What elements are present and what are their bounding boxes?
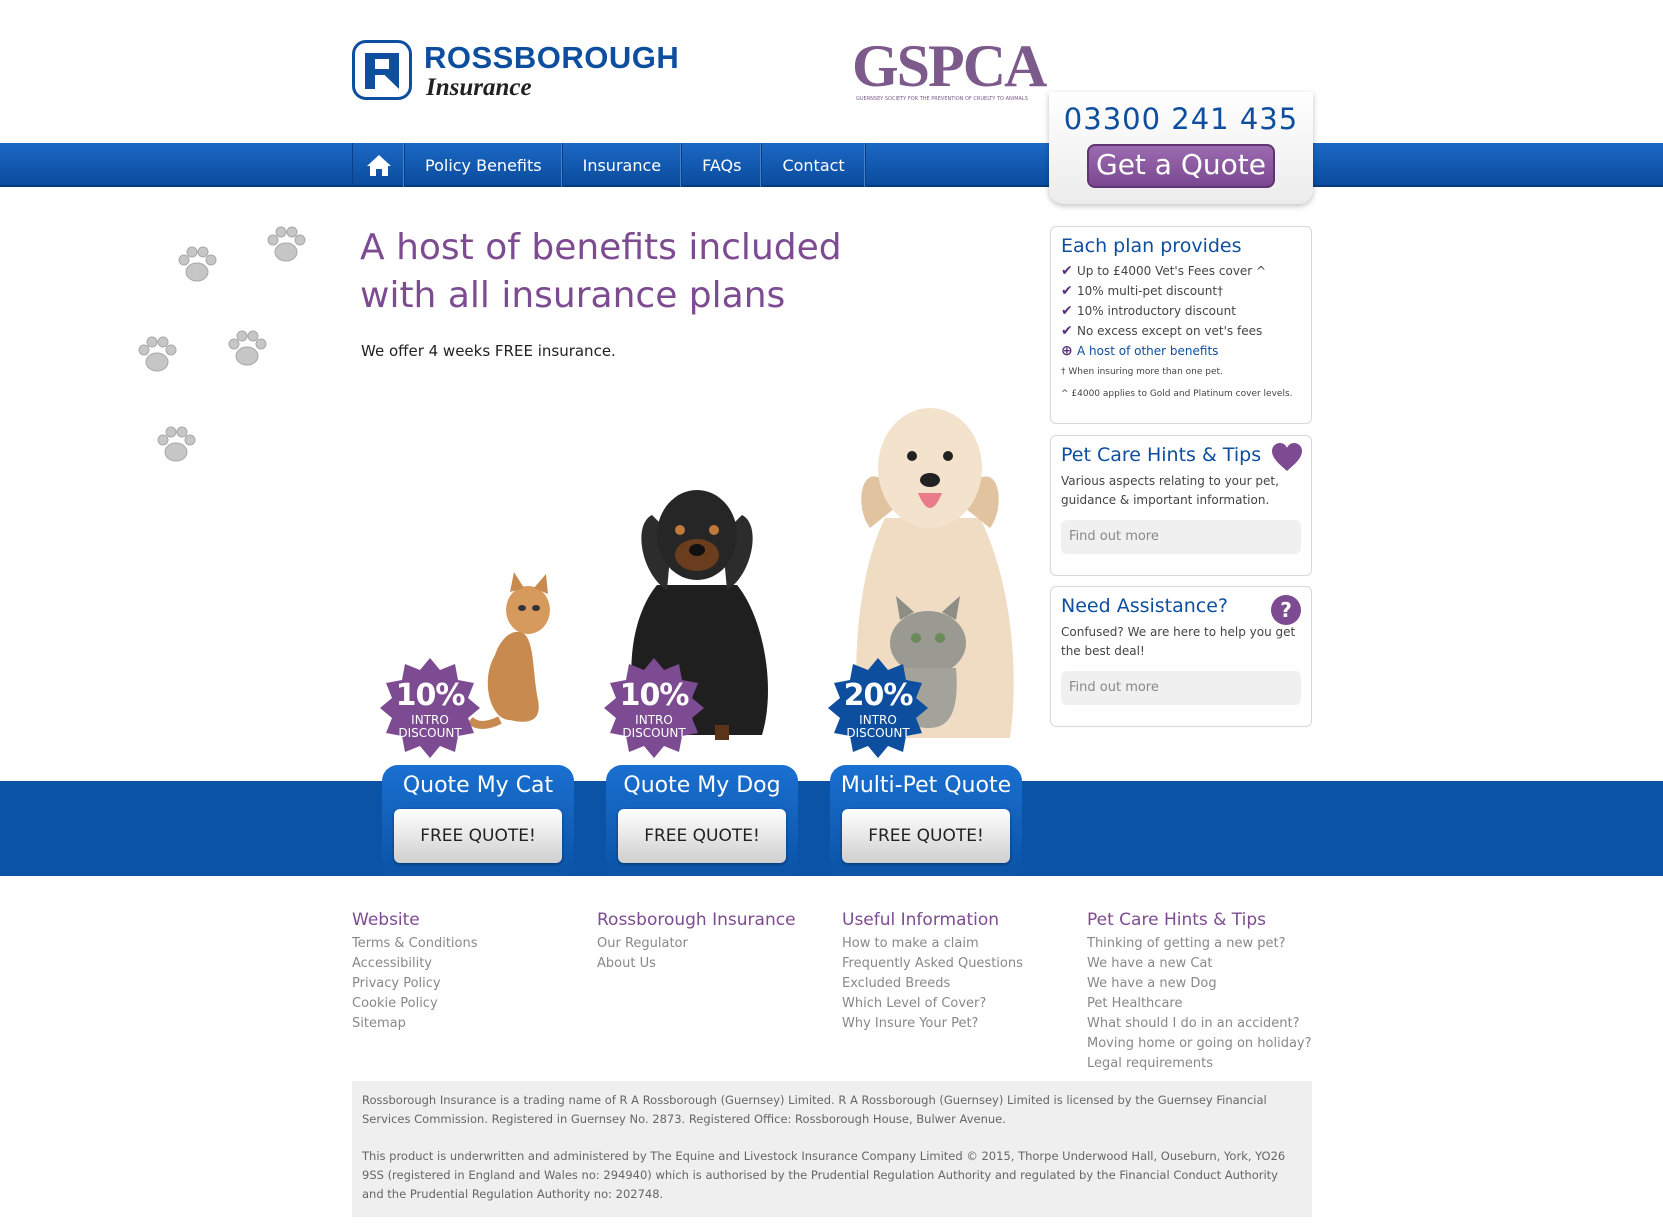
footer-link[interactable]: Moving home or going on holiday? (1087, 1034, 1317, 1054)
quote-card-dog: Quote My Dog FREE QUOTE! (606, 765, 798, 876)
brand-name[interactable]: ROSSBOROUGH (424, 40, 679, 76)
nav-faqs[interactable]: FAQs (682, 143, 763, 187)
free-quote-cat-button[interactable]: FREE QUOTE! (394, 809, 562, 863)
nav-policy-benefits[interactable]: Policy Benefits (405, 143, 563, 187)
footer-link[interactable]: Legal requirements (1087, 1054, 1317, 1074)
benefit-item: ✔ 10% introductory discount (1061, 303, 1236, 319)
home-icon (366, 155, 391, 176)
footer-link[interactable]: We have a new Cat (1087, 954, 1317, 974)
benefit-item: ✔ 10% multi-pet discount† (1061, 283, 1224, 299)
footer-link[interactable]: Excluded Breeds (842, 974, 1072, 994)
panel-title: Need Assistance? (1061, 595, 1229, 617)
footnote-multi-pet: † When insuring more than one pet. (1061, 367, 1223, 377)
footer-column-useful-info: Useful Information How to make a claim F… (842, 910, 1072, 1034)
footer-link[interactable]: Pet Healthcare (1087, 994, 1317, 1014)
footer-link[interactable]: Why Insure Your Pet? (842, 1014, 1072, 1034)
footer-link[interactable]: Accessibility (352, 954, 582, 974)
find-out-more-button[interactable]: Find out more (1061, 671, 1301, 705)
badge-percent: 10% (619, 678, 690, 713)
legal-text: This product is underwritten and adminis… (362, 1149, 1286, 1201)
paw-print-icon (178, 246, 217, 282)
panel-body: Confused? We are here to help you get th… (1061, 625, 1296, 658)
gspca-logo-caption: GUERNSEY SOCIETY FOR THE PREVENTION OF C… (856, 96, 1028, 102)
footer-link[interactable]: Our Regulator (597, 934, 827, 954)
rossborough-logo-icon[interactable] (352, 40, 412, 100)
checkmark-icon: ✔ (1061, 263, 1073, 279)
footer-column-title: Pet Care Hints & Tips (1087, 910, 1267, 930)
footer-link[interactable]: Thinking of getting a new pet? (1087, 934, 1317, 954)
phone-number[interactable]: 03300 241 435 (1049, 102, 1313, 136)
get-a-quote-button[interactable]: Get a Quote (1087, 144, 1275, 188)
quote-card-multi-pet: Multi-Pet Quote FREE QUOTE! (830, 765, 1022, 876)
footer-column-title: Useful Information (842, 910, 1000, 930)
badge-label: INTRO DISCOUNT (846, 713, 910, 740)
paw-print-icon (138, 336, 177, 372)
heart-icon (1272, 443, 1302, 471)
badge-label: INTRO DISCOUNT (622, 713, 686, 740)
brand-subtitle: Insurance (426, 74, 532, 101)
nav-contact[interactable]: Contact (762, 143, 866, 187)
footer-column-website: Website Terms & Conditions Accessibility… (352, 910, 582, 1034)
footer-column-title: Website (352, 910, 420, 930)
footer-column-rossborough: Rossborough Insurance Our Regulator Abou… (597, 910, 827, 974)
footer-column-pet-care: Pet Care Hints & Tips Thinking of gettin… (1087, 910, 1317, 1074)
free-quote-dog-button[interactable]: FREE QUOTE! (618, 809, 786, 863)
footnote-cover-levels: ^ £4000 applies to Gold and Platinum cov… (1061, 389, 1293, 399)
need-assistance-panel: Need Assistance? ? Confused? We are here… (1050, 586, 1312, 727)
hero-subtitle: We offer 4 weeks FREE insurance. (361, 342, 616, 360)
gspca-logo-text: GSPCA (852, 33, 1047, 99)
benefit-item: ✔ No excess except on vet's fees (1061, 323, 1263, 339)
checkmark-icon: ✔ (1061, 303, 1073, 319)
footer-link[interactable]: Frequently Asked Questions (842, 954, 1072, 974)
panel-title: Each plan provides (1061, 235, 1242, 257)
footer-link[interactable]: Terms & Conditions (352, 934, 582, 954)
free-quote-multi-pet-button[interactable]: FREE QUOTE! (842, 809, 1010, 863)
panel-body: Various aspects relating to your pet, gu… (1061, 474, 1279, 507)
other-benefits-link[interactable]: ⊕ A host of other benefits (1061, 343, 1301, 359)
footer-link[interactable]: What should I do in an accident? (1087, 1014, 1317, 1034)
badge-percent: 10% (395, 678, 466, 713)
plus-circle-icon: ⊕ (1061, 343, 1073, 359)
footer-column-title: Rossborough Insurance (597, 910, 796, 930)
question-icon: ? (1271, 595, 1301, 625)
legal-notice: Rossborough Insurance is a trading name … (352, 1081, 1312, 1217)
footer-link[interactable]: About Us (597, 954, 827, 974)
discount-badge: 10% INTRO DISCOUNT (604, 658, 704, 758)
discount-badge: 20% INTRO DISCOUNT (828, 658, 928, 758)
legal-text: Rossborough Insurance is a trading name … (362, 1093, 1267, 1126)
quote-card-title: Quote My Cat (402, 773, 554, 798)
checkmark-icon: ✔ (1061, 283, 1073, 299)
footer-link[interactable]: Cookie Policy (352, 994, 582, 1014)
quote-card-title: Multi-Pet Quote (840, 773, 1012, 798)
find-out-more-button[interactable]: Find out more (1061, 520, 1301, 554)
footer-link[interactable]: We have a new Dog (1087, 974, 1317, 994)
gspca-logo: GSPCA GUERNSEY SOCIETY FOR THE PREVENTIO… (852, 32, 1047, 108)
benefit-item: ✔ Up to £4000 Vet's Fees cover ^ (1061, 263, 1267, 279)
badge-percent: 20% (843, 678, 914, 713)
badge-label: INTRO DISCOUNT (398, 713, 462, 740)
footer-link[interactable]: Which Level of Cover? (842, 994, 1072, 1014)
paw-print-icon (228, 330, 267, 366)
panel-title: Pet Care Hints & Tips (1061, 444, 1262, 466)
quote-card-title: Quote My Dog (623, 773, 781, 798)
plan-benefits-panel: Each plan provides ✔ Up to £4000 Vet's Fe… (1050, 226, 1312, 424)
paw-print-icon (267, 226, 306, 262)
footer-link[interactable]: Sitemap (352, 1014, 582, 1034)
discount-badge: 10% INTRO DISCOUNT (380, 658, 480, 758)
footer-link[interactable]: How to make a claim (842, 934, 1072, 954)
nav-home[interactable] (353, 143, 405, 187)
checkmark-icon: ✔ (1061, 323, 1073, 339)
page-title: A host of benefits included with all ins… (360, 227, 842, 316)
phone-quote-box: 03300 241 435 Get a Quote (1049, 92, 1313, 204)
footer-link[interactable]: Privacy Policy (352, 974, 582, 994)
nav-insurance[interactable]: Insurance (563, 143, 683, 187)
quote-card-cat: Quote My Cat FREE QUOTE! (382, 765, 574, 876)
main-nav: Policy Benefits Insurance FAQs Contact (352, 143, 866, 187)
paw-print-icon (157, 426, 196, 462)
pet-care-tips-panel: Pet Care Hints & Tips Various aspects re… (1050, 435, 1312, 576)
